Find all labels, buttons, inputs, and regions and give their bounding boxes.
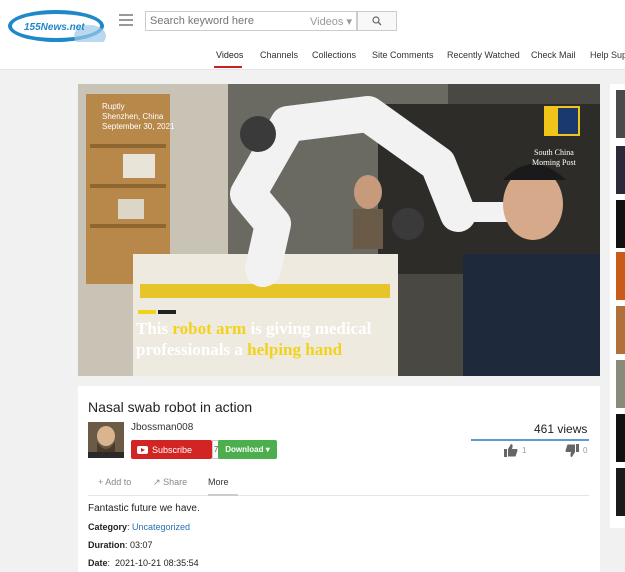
duration-value: 03:07 <box>130 540 153 550</box>
thumbs-up-icon <box>504 444 518 457</box>
view-count: 461 views <box>534 422 588 436</box>
channel-name[interactable]: Jbossman008 <box>131 422 193 433</box>
overlay-date: September 30, 2021 <box>102 122 175 131</box>
duration-row: Duration: 03:07 <box>88 540 153 550</box>
subscribe-button[interactable]: Subscribe <box>131 440 212 459</box>
hamburger-menu-icon[interactable] <box>119 14 133 26</box>
plus-icon: + <box>98 477 104 487</box>
category-link[interactable]: Uncategorized <box>132 522 190 532</box>
related-video-thumb[interactable] <box>616 468 625 516</box>
main-nav: Videos Channels Collections Site Comment… <box>0 42 625 70</box>
tab-more[interactable]: More <box>208 477 229 487</box>
nav-channels[interactable]: Channels <box>260 50 298 60</box>
search-input[interactable] <box>146 12 306 30</box>
date-value: 2021-10-21 08:35:54 <box>115 558 199 568</box>
thumbs-down-icon <box>565 444 579 457</box>
top-bar: 155News.net Videos ▾ <box>0 0 625 47</box>
category-row: Category: Uncategorized <box>88 522 191 532</box>
chevron-down-icon: ▾ <box>263 445 270 454</box>
overlay-location: Shenzhen, China <box>102 112 164 121</box>
overlay-source: Ruptly <box>102 102 125 111</box>
related-video-thumb[interactable] <box>616 414 625 462</box>
date-row: Date: 2021-10-21 08:35:54 <box>88 558 199 568</box>
avatar-image <box>88 422 124 458</box>
related-video-thumb[interactable] <box>616 252 625 300</box>
active-tab-indicator <box>208 494 238 496</box>
video-action-tabs: + Add to ↗ Share More <box>88 469 589 496</box>
video-player[interactable]: Ruptly Shenzhen, China September 30, 202… <box>78 84 600 376</box>
active-nav-indicator <box>214 66 242 68</box>
share-icon: ↗ <box>153 477 161 487</box>
search-box: Videos ▾ <box>145 11 357 31</box>
nav-site-comments[interactable]: Site Comments <box>372 50 434 60</box>
nav-help-support[interactable]: Help Supp <box>590 50 625 60</box>
related-video-thumb[interactable] <box>616 360 625 408</box>
nav-check-mail[interactable]: Check Mail <box>531 50 576 60</box>
tab-share[interactable]: ↗ Share <box>153 477 187 488</box>
nav-recently-watched[interactable]: Recently Watched <box>447 50 520 60</box>
related-video-thumb[interactable] <box>616 90 625 138</box>
video-source-overlay: Ruptly Shenzhen, China September 30, 202… <box>102 102 175 132</box>
related-videos-sidebar <box>610 84 625 528</box>
tab-add-to[interactable]: + Add to <box>98 477 131 487</box>
related-video-thumb[interactable] <box>616 306 625 354</box>
nav-collections[interactable]: Collections <box>312 50 356 60</box>
download-button[interactable]: Download ▾ <box>218 440 277 459</box>
like-button[interactable]: 1 <box>504 444 526 457</box>
search-icon <box>372 16 382 26</box>
search-type-select[interactable]: Videos ▾ <box>310 15 352 28</box>
avatar[interactable] <box>88 422 124 458</box>
video-description: Fantastic future we have. <box>88 503 200 514</box>
brand-name: South China Morning Post <box>532 148 576 167</box>
related-video-thumb[interactable] <box>616 200 625 248</box>
video-caption: This robot arm is giving medical profess… <box>136 319 372 359</box>
youtube-icon <box>137 445 148 454</box>
search-button[interactable] <box>357 11 397 31</box>
video-title: Nasal swab robot in action <box>88 399 253 415</box>
views-bar <box>471 439 589 441</box>
dislike-button[interactable]: 0 <box>565 444 587 457</box>
related-video-thumb[interactable] <box>616 146 625 194</box>
video-info-panel: Nasal swab robot in action Jbossman008 S… <box>78 386 600 572</box>
logo-text: 155News.net <box>24 22 85 33</box>
nav-videos[interactable]: Videos <box>216 50 243 60</box>
